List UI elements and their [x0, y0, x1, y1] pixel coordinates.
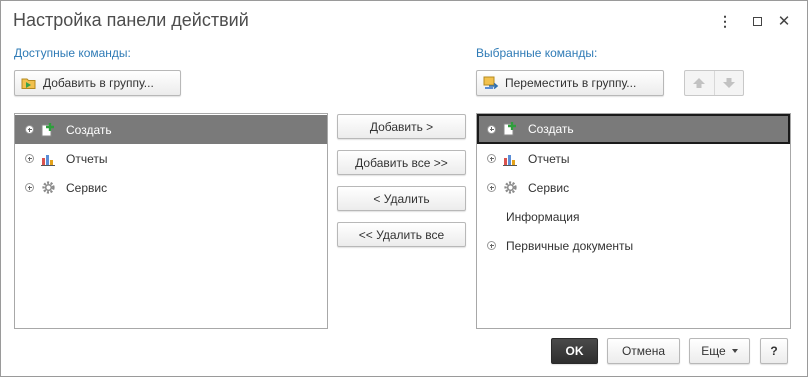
dialog-title: Настройка панели действий — [13, 10, 249, 30]
selected-commands-label: Выбранные команды: — [476, 46, 598, 60]
expand-icon[interactable] — [487, 183, 496, 192]
list-item-label: Создать — [528, 122, 574, 136]
list-item[interactable]: Сервис — [477, 173, 790, 202]
list-item[interactable]: Создать — [477, 114, 790, 144]
expand-icon[interactable] — [25, 154, 34, 163]
list-item[interactable]: Отчеты — [15, 144, 327, 173]
expand-icon[interactable] — [487, 124, 496, 134]
add-to-group-label: Добавить в группу... — [43, 76, 154, 90]
list-item[interactable]: Создать — [15, 115, 327, 144]
more-button-label: Еще — [701, 344, 726, 358]
list-item-label: Информация — [506, 209, 580, 224]
service-icon — [40, 180, 56, 196]
close-icon[interactable]: ✕ — [774, 11, 794, 31]
reports-icon — [502, 151, 518, 167]
reports-icon — [40, 151, 56, 167]
ok-button[interactable]: OK — [551, 338, 598, 364]
list-item-label: Отчеты — [528, 151, 570, 166]
service-icon — [502, 180, 518, 196]
reorder-buttons — [684, 70, 744, 96]
help-button[interactable]: ? — [760, 338, 788, 364]
more-button[interactable]: Еще — [689, 338, 750, 364]
dialog-window: Настройка панели действий ⋮ ✕ Доступные … — [0, 0, 808, 377]
available-commands-label: Доступные команды: — [14, 46, 131, 60]
cancel-button[interactable]: Отмена — [607, 338, 680, 364]
selected-commands-list[interactable]: Создать Отчеты Сервис Информация Первичн… — [476, 113, 791, 329]
expand-icon[interactable] — [25, 183, 34, 192]
expand-icon[interactable] — [487, 241, 496, 250]
remove-button[interactable]: < Удалить — [337, 186, 466, 211]
arrow-up-icon — [693, 78, 706, 88]
move-to-group-icon — [483, 76, 499, 90]
expand-icon[interactable] — [25, 125, 34, 134]
move-down-button[interactable] — [713, 71, 743, 95]
list-item-label: Первичные документы — [506, 238, 634, 253]
move-to-group-label: Переместить в группу... — [505, 76, 637, 90]
list-item[interactable]: Сервис — [15, 173, 327, 202]
expand-icon[interactable] — [487, 154, 496, 163]
list-item[interactable]: Информация — [477, 202, 790, 231]
available-commands-list[interactable]: Создать Отчеты Сервис — [14, 113, 328, 329]
list-item-label: Сервис — [66, 180, 108, 195]
move-to-group-button[interactable]: Переместить в группу... — [476, 70, 664, 96]
add-to-group-button[interactable]: Добавить в группу... — [14, 70, 181, 96]
chevron-down-icon — [731, 349, 738, 353]
maximize-icon[interactable] — [747, 11, 767, 31]
list-item-label: Отчеты — [66, 151, 108, 166]
list-item[interactable]: Отчеты — [477, 144, 790, 173]
create-icon — [40, 122, 56, 138]
remove-all-button[interactable]: << Удалить все — [337, 222, 466, 247]
list-item-label: Сервис — [528, 180, 570, 195]
more-actions-icon[interactable]: ⋮ — [715, 11, 735, 31]
create-icon — [502, 121, 518, 137]
list-item[interactable]: Первичные документы — [477, 231, 790, 260]
arrow-down-icon — [722, 78, 735, 88]
folder-add-icon — [21, 78, 36, 89]
add-button[interactable]: Добавить > — [337, 114, 466, 139]
move-up-button[interactable] — [685, 71, 714, 95]
list-item-label: Создать — [66, 122, 112, 137]
add-all-button[interactable]: Добавить все >> — [337, 150, 466, 175]
